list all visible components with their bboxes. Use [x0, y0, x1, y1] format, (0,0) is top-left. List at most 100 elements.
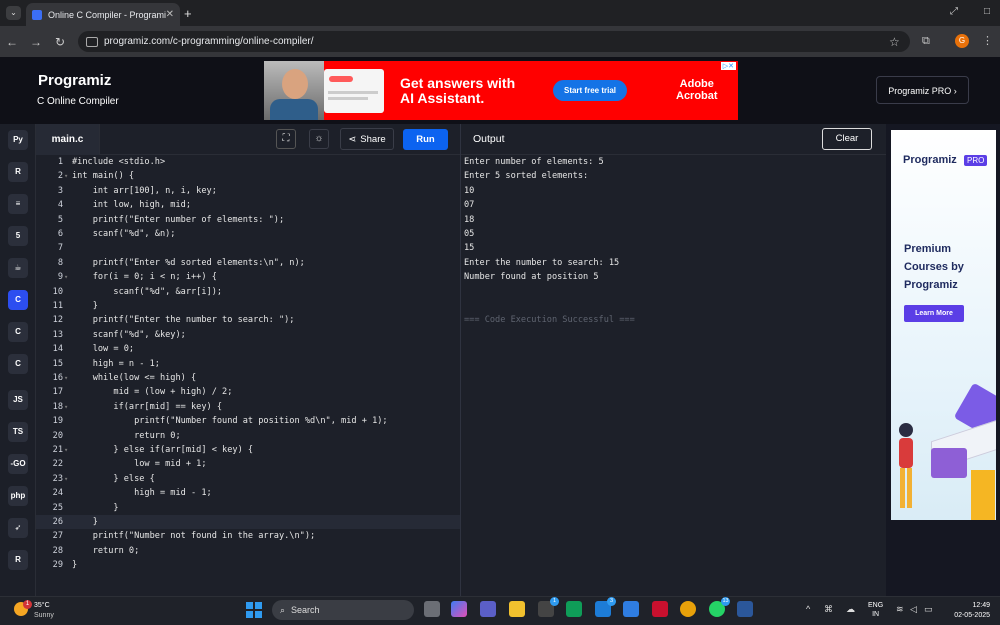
top-banner-ad[interactable]: Get answers with AI Assistant. Start fre… [264, 61, 738, 120]
theme-toggle-icon[interactable]: ☼ [309, 129, 329, 149]
fullscreen-icon[interactable]: ⛶ [276, 129, 296, 149]
side-ad-learn-more-button[interactable]: Learn More [904, 305, 964, 322]
fold-icon[interactable]: ▾ [64, 443, 68, 457]
dropbox-icon[interactable] [623, 601, 639, 617]
programiz-pro-button[interactable]: Programiz PRO › [876, 76, 969, 104]
tray-app-icon[interactable]: ⌘ [824, 604, 833, 615]
code-line[interactable]: 23 ▾ } else { [36, 472, 460, 486]
csharp-icon[interactable]: C [8, 354, 28, 374]
reload-icon[interactable]: ↻ [48, 35, 72, 49]
side-ad[interactable]: Programiz PRO Premium Courses by Program… [891, 130, 996, 520]
adchoices-icon[interactable]: ▷✕ [720, 62, 736, 70]
code-line[interactable]: 29} [36, 558, 460, 572]
code-line[interactable]: 8 printf("Enter %d sorted elements:\n", … [36, 256, 460, 270]
code-line[interactable]: 27 printf("Number not found in the array… [36, 529, 460, 543]
forward-icon[interactable]: → [24, 35, 48, 49]
r-language-icon[interactable]: R [8, 162, 28, 182]
html-icon[interactable]: 5 [8, 226, 28, 246]
sql-icon[interactable]: ≡ [8, 194, 28, 214]
windows-start-icon[interactable] [246, 602, 262, 618]
close-tab-icon[interactable]: ✕ [166, 9, 174, 20]
code-line[interactable]: 24 high = mid - 1; [36, 486, 460, 500]
mcafee-icon[interactable] [652, 601, 668, 617]
profile-avatar[interactable]: G [955, 34, 969, 48]
code-line[interactable]: 25 } [36, 501, 460, 515]
code-line[interactable]: 2 ▾ int main() { [36, 169, 460, 183]
code-line[interactable]: 28 return 0; [36, 544, 460, 558]
browser-menu-icon[interactable]: ⋮ [982, 34, 993, 47]
code-line[interactable]: 18 ▾ if(arr[mid] == key) { [36, 400, 460, 414]
fold-icon[interactable]: ▾ [64, 472, 68, 486]
clear-button[interactable]: Clear [822, 128, 872, 150]
fold-icon[interactable]: ▾ [64, 371, 68, 385]
weather-widget[interactable]: 1 35°C Sunny [14, 600, 60, 622]
cpp-icon[interactable]: C [8, 322, 28, 342]
outlook-icon[interactable]: 3 [595, 597, 616, 617]
code-line[interactable]: 1 #include <stdio.h> [36, 155, 460, 169]
fold-icon[interactable]: ▾ [64, 270, 68, 284]
code-line[interactable]: 11 } [36, 299, 460, 313]
file-explorer-icon[interactable] [509, 601, 525, 617]
c-language-icon[interactable]: C [8, 290, 28, 310]
back-icon[interactable]: ← [0, 35, 24, 49]
ad-start-trial-button[interactable]: Start free trial [553, 80, 627, 101]
code-line[interactable]: 14 low = 0; [36, 342, 460, 356]
cloud-icon[interactable]: ☁ [846, 604, 855, 615]
code-line[interactable]: 5 printf("Enter number of elements: "); [36, 213, 460, 227]
code-line[interactable]: 15 high = n - 1; [36, 357, 460, 371]
code-editor[interactable]: 1 #include <stdio.h> 2 ▾ int main() {3 int a… [36, 155, 460, 596]
chevron-up-icon[interactable]: ^ [806, 604, 810, 614]
new-tab-button[interactable]: + [184, 6, 192, 21]
code-line[interactable]: 19 printf("Number found at position %d\n… [36, 414, 460, 428]
go-icon[interactable]: -GO [8, 454, 28, 474]
rust-icon[interactable]: R [8, 550, 28, 570]
fold-icon[interactable]: ▾ [64, 400, 68, 414]
whatsapp-icon[interactable]: 13 [709, 597, 730, 617]
chrome-icon[interactable] [680, 601, 696, 617]
task-view-icon[interactable] [424, 601, 440, 617]
swift-icon[interactable]: ➶ [8, 518, 28, 538]
run-button[interactable]: Run [403, 129, 448, 150]
php-icon[interactable]: php [8, 486, 28, 506]
python-icon[interactable]: Py [8, 130, 28, 150]
typescript-icon[interactable]: TS [8, 422, 28, 442]
clock[interactable]: 12:49 02-05-2025 [946, 601, 990, 621]
browser-tab[interactable]: Online C Compiler - Programiz ✕ [26, 3, 180, 26]
code-line[interactable]: 6 scanf("%d", &n); [36, 227, 460, 241]
code-line[interactable]: 10 scanf("%d", &arr[i]); [36, 285, 460, 299]
teams-icon[interactable] [480, 601, 496, 617]
input-language[interactable]: ENG IN [868, 601, 883, 619]
code-line[interactable]: 17 mid = (low + high) / 2; [36, 385, 460, 399]
wifi-icon[interactable]: ≋ [896, 604, 904, 615]
code-line[interactable]: 7 [36, 241, 460, 255]
fold-icon[interactable]: ▾ [64, 169, 68, 183]
store-icon[interactable]: 1 [538, 597, 559, 617]
code-line[interactable]: 26 } [36, 515, 460, 530]
tab-search-button[interactable]: ⌄ [6, 6, 21, 20]
code-line[interactable]: 12 printf("Enter the number to search: "… [36, 313, 460, 327]
code-line[interactable]: 20 return 0; [36, 429, 460, 443]
taskbar-search[interactable]: ⌕ Search [272, 600, 414, 620]
maximize-icon[interactable]: □ [984, 6, 990, 17]
code-line[interactable]: 16 ▾ while(low <= high) { [36, 371, 460, 385]
bookmark-star-icon[interactable]: ☆ [889, 35, 900, 49]
share-button[interactable]: ⋖ Share [340, 128, 394, 150]
javascript-icon[interactable]: JS [8, 390, 28, 410]
code-line[interactable]: 21 ▾ } else if(arr[mid] < key) { [36, 443, 460, 457]
extensions-icon[interactable]: ⧉ [922, 35, 930, 48]
battery-icon[interactable]: ▭ [924, 604, 933, 615]
programiz-logo[interactable]: Programiz [38, 72, 111, 89]
code-line[interactable]: 9 ▾ for(i = 0; i < n; i++) { [36, 270, 460, 284]
site-info-icon[interactable] [86, 36, 98, 47]
address-bar[interactable]: programiz.com/c-programming/online-compi… [78, 31, 910, 52]
java-icon[interactable]: ☕ [8, 258, 28, 278]
edge-icon[interactable] [566, 601, 582, 617]
code-line[interactable]: 3 int arr[100], n, i, key; [36, 184, 460, 198]
code-line[interactable]: 13 scanf("%d", &key); [36, 328, 460, 342]
minimize-icon[interactable]: ⤢ [950, 6, 958, 17]
code-line[interactable]: 4 int low, high, mid; [36, 198, 460, 212]
word-icon[interactable] [737, 601, 753, 617]
file-tab-main-c[interactable]: main.c [36, 124, 100, 155]
code-line[interactable]: 22 low = mid + 1; [36, 457, 460, 471]
volume-icon[interactable]: ◁ [910, 604, 917, 615]
